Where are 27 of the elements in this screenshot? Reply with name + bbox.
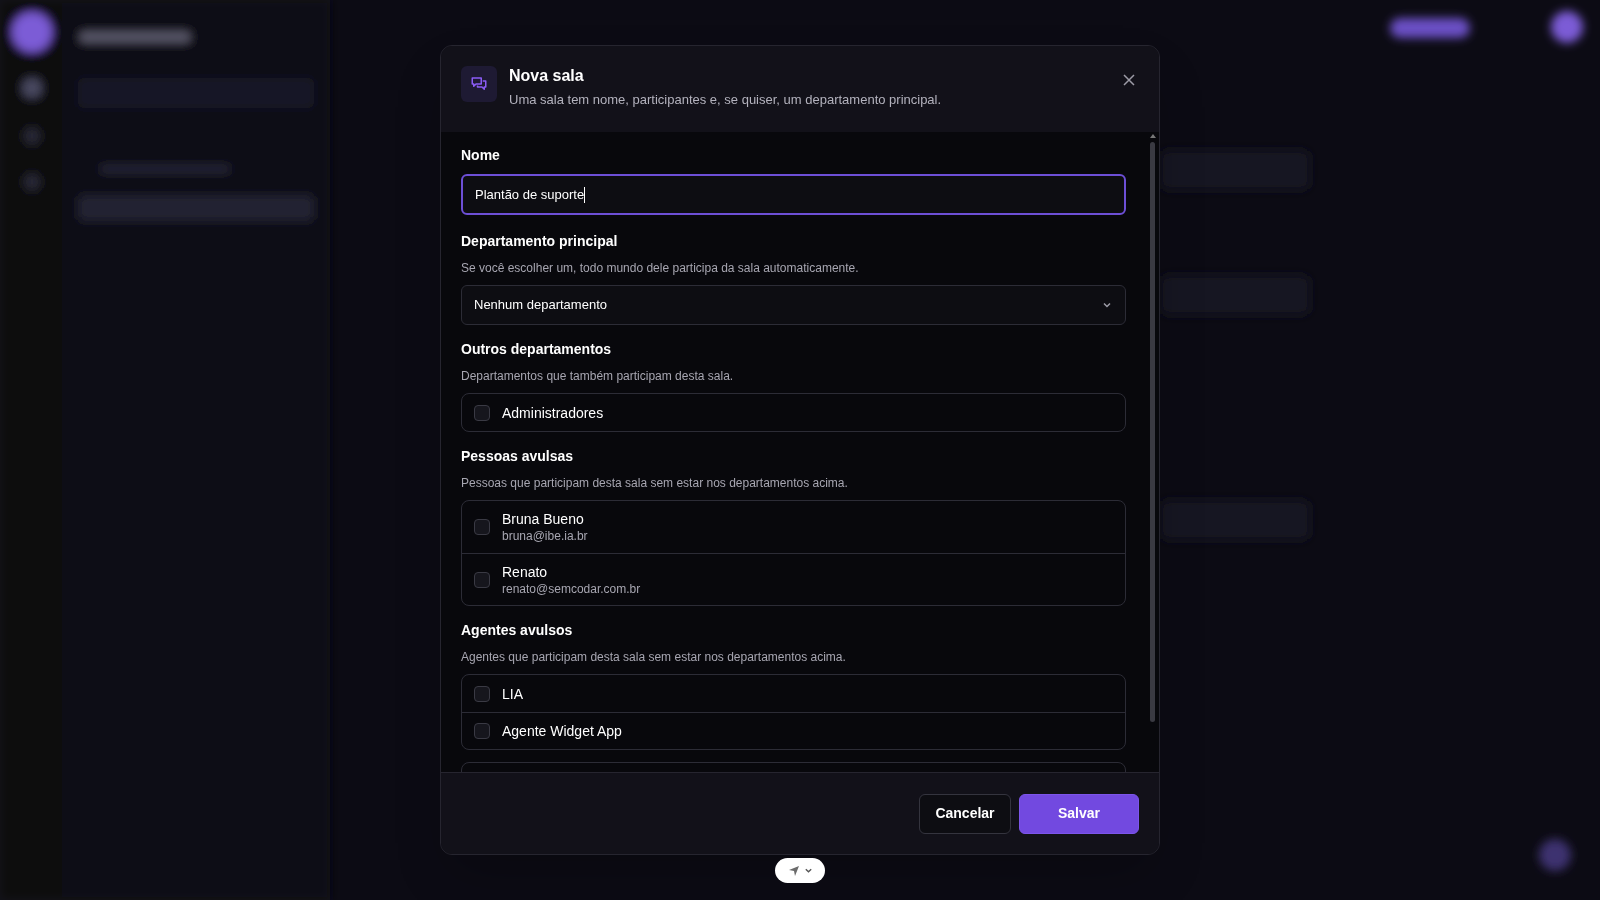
cancel-button[interactable]: Cancelar (919, 793, 1011, 834)
option-name: LIA (502, 684, 523, 703)
dialog-subtitle: Uma sala tem nome, participantes e, se quiser, um departamento principal. (509, 91, 943, 109)
section-hint: Agentes que participam desta sala sem estar nos departamentos acima. (461, 649, 847, 666)
option-email: renato@semcodar.com.br (502, 580, 641, 597)
section-hint: Departamentos que também participam desta sala. (461, 368, 735, 385)
section-title: Agentes avulsos (461, 621, 574, 640)
section-hint: Pessoas que participam desta sala sem estar nos departamentos acima. (461, 475, 849, 492)
save-button[interactable]: Salvar (1019, 793, 1139, 834)
option-name: Administradores (502, 403, 604, 422)
option-row[interactable]: Administradores (462, 394, 1125, 431)
option-name: Bruna Bueno (502, 510, 585, 528)
section-title: Outros departamentos (461, 340, 613, 359)
dialog-title: Nova sala (509, 66, 585, 86)
option-row[interactable]: Bruna Bueno bruna@ibe.ia.br (462, 501, 1125, 553)
option-name: Agente Widget App (502, 722, 622, 740)
option-name: Renato (502, 562, 549, 581)
field-label: Departamento principal (461, 232, 619, 251)
department-select[interactable]: Nenhum departamento (461, 285, 1126, 325)
section-title: Pessoas avulsas (461, 447, 575, 466)
field-hint: Se você escolher um, todo mundo dele participa da sala automaticamente. (461, 260, 860, 277)
option-row[interactable]: Renato renato@semcodar.com.br (462, 553, 1125, 605)
option-row[interactable]: Agente Widget App (462, 712, 1125, 749)
name-input-field[interactable]: Plantão de suporte (461, 174, 1126, 215)
option-email: bruna@ibe.ia.br (502, 528, 588, 544)
option-row[interactable]: LIA (462, 675, 1125, 712)
field-label: Nome (461, 146, 501, 165)
